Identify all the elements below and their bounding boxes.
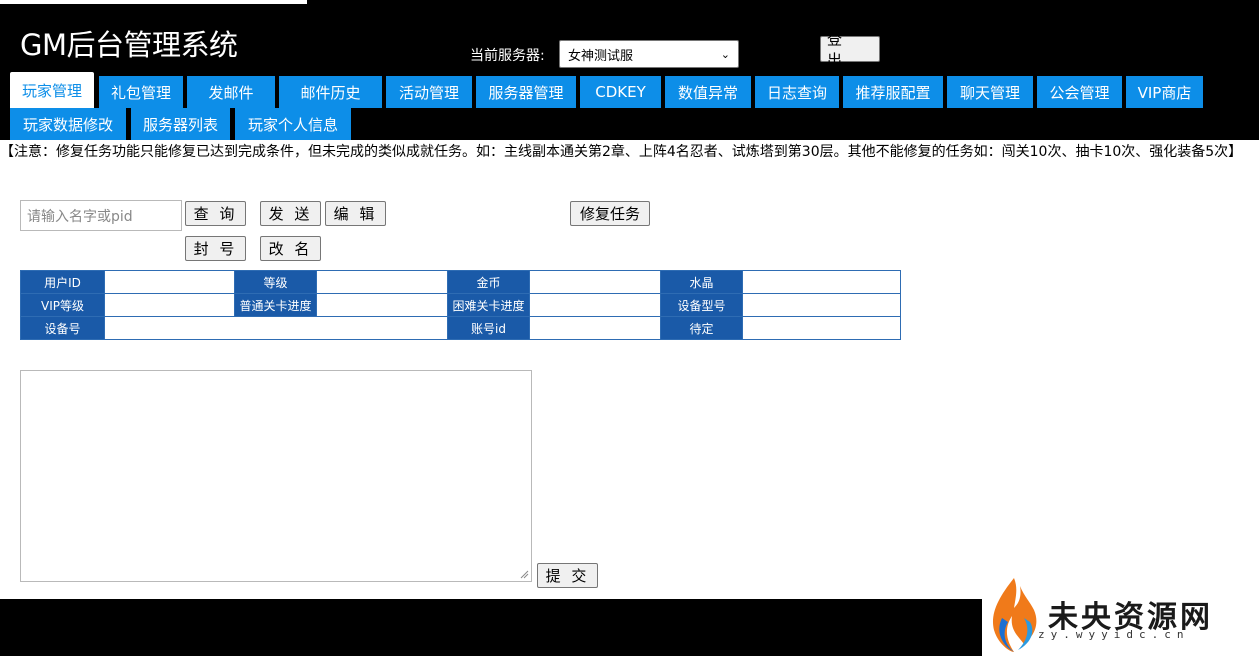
pending-value bbox=[742, 316, 901, 340]
tab-mail-history[interactable]: 邮件历史 bbox=[279, 76, 382, 108]
hard-stage-progress-value bbox=[529, 293, 661, 317]
data-editor-textarea[interactable] bbox=[20, 370, 532, 582]
account-id-value bbox=[529, 316, 661, 340]
watermark-sub-text: zy.wyyidc.cn bbox=[1038, 628, 1190, 641]
watermark: 未央资源网 zy.wyyidc.cn bbox=[982, 572, 1259, 656]
chevron-down-icon: ⌄ bbox=[720, 47, 730, 61]
gold-label: 金币 bbox=[447, 270, 530, 294]
submit-button[interactable]: 提 交 bbox=[537, 563, 598, 588]
tab-value-anomaly[interactable]: 数值异常 bbox=[665, 76, 751, 108]
rename-button[interactable]: 改 名 bbox=[260, 236, 321, 261]
tab-server-list[interactable]: 服务器列表 bbox=[131, 108, 230, 140]
tab-vip-shop[interactable]: VIP商店 bbox=[1126, 76, 1203, 108]
notice-text: 【注意：修复任务功能只能修复已达到完成条件，但未完成的类似成就任务。如：主线副本… bbox=[0, 144, 1243, 160]
search-input[interactable]: 请输入名字或pid bbox=[20, 200, 182, 231]
device-id-value bbox=[104, 316, 448, 340]
table-row: VIP等级 普通关卡进度 困难关卡进度 设备型号 bbox=[20, 293, 901, 317]
normal-stage-progress-label: 普通关卡进度 bbox=[234, 293, 317, 317]
device-id-label: 设备号 bbox=[20, 316, 105, 340]
device-model-value bbox=[742, 293, 901, 317]
tab-server-management[interactable]: 服务器管理 bbox=[476, 76, 576, 108]
hard-stage-progress-label: 困难关卡进度 bbox=[447, 293, 530, 317]
top-progress-strip bbox=[0, 0, 307, 4]
edit-button[interactable]: 编 辑 bbox=[325, 201, 386, 226]
tab-activity-management[interactable]: 活动管理 bbox=[386, 76, 472, 108]
app-title: GM后台管理系统 bbox=[20, 28, 238, 62]
gold-value bbox=[529, 270, 661, 294]
tab-chat-management[interactable]: 聊天管理 bbox=[947, 76, 1033, 108]
crystal-value bbox=[742, 270, 901, 294]
ban-button[interactable]: 封 号 bbox=[185, 236, 246, 261]
device-model-label: 设备型号 bbox=[660, 293, 743, 317]
server-select[interactable]: 女神测试服 ⌄ bbox=[559, 40, 739, 68]
repair-task-button[interactable]: 修复任务 bbox=[570, 201, 650, 226]
resize-handle-icon[interactable] bbox=[520, 570, 529, 579]
tab-guild-management[interactable]: 公会管理 bbox=[1037, 76, 1122, 108]
tab-player-personal-info[interactable]: 玩家个人信息 bbox=[235, 108, 351, 140]
vip-level-label: VIP等级 bbox=[20, 293, 105, 317]
main-content: 【注意：修复任务功能只能修复已达到完成条件，但未完成的类似成就任务。如：主线副本… bbox=[0, 140, 1259, 599]
flame-logo-icon bbox=[992, 578, 1037, 652]
vip-level-value bbox=[104, 293, 235, 317]
player-info-table: 用户ID 等级 金币 水晶 VIP等级 普通关卡进度 困难关卡进度 设备型号 设… bbox=[20, 270, 901, 340]
server-select-value: 女神测试服 bbox=[568, 48, 634, 64]
tab-gift-management[interactable]: 礼包管理 bbox=[99, 76, 183, 108]
level-label: 等级 bbox=[234, 270, 317, 294]
send-button[interactable]: 发 送 bbox=[260, 201, 321, 226]
pending-label: 待定 bbox=[660, 316, 743, 340]
tab-recommend-server-config[interactable]: 推荐服配置 bbox=[843, 76, 943, 108]
table-row: 设备号 账号id 待定 bbox=[20, 316, 901, 340]
crystal-label: 水晶 bbox=[660, 270, 743, 294]
tab-cdkey[interactable]: CDKEY bbox=[580, 76, 661, 108]
normal-stage-progress-value bbox=[316, 293, 448, 317]
user-id-value bbox=[104, 270, 235, 294]
query-button[interactable]: 查 询 bbox=[185, 201, 246, 226]
tab-player-data-edit[interactable]: 玩家数据修改 bbox=[10, 108, 126, 140]
logout-button[interactable]: 登 出 bbox=[820, 30, 880, 69]
level-value bbox=[316, 270, 448, 294]
server-label: 当前服务器: bbox=[470, 48, 545, 64]
search-placeholder: 请输入名字或pid bbox=[27, 208, 133, 225]
tab-player-management[interactable]: 玩家管理 bbox=[10, 72, 94, 108]
account-id-label: 账号id bbox=[447, 316, 530, 340]
table-row: 用户ID 等级 金币 水晶 bbox=[20, 270, 901, 294]
tab-log-query[interactable]: 日志查询 bbox=[755, 76, 839, 108]
user-id-label: 用户ID bbox=[20, 270, 105, 294]
tab-send-mail[interactable]: 发邮件 bbox=[187, 76, 275, 108]
